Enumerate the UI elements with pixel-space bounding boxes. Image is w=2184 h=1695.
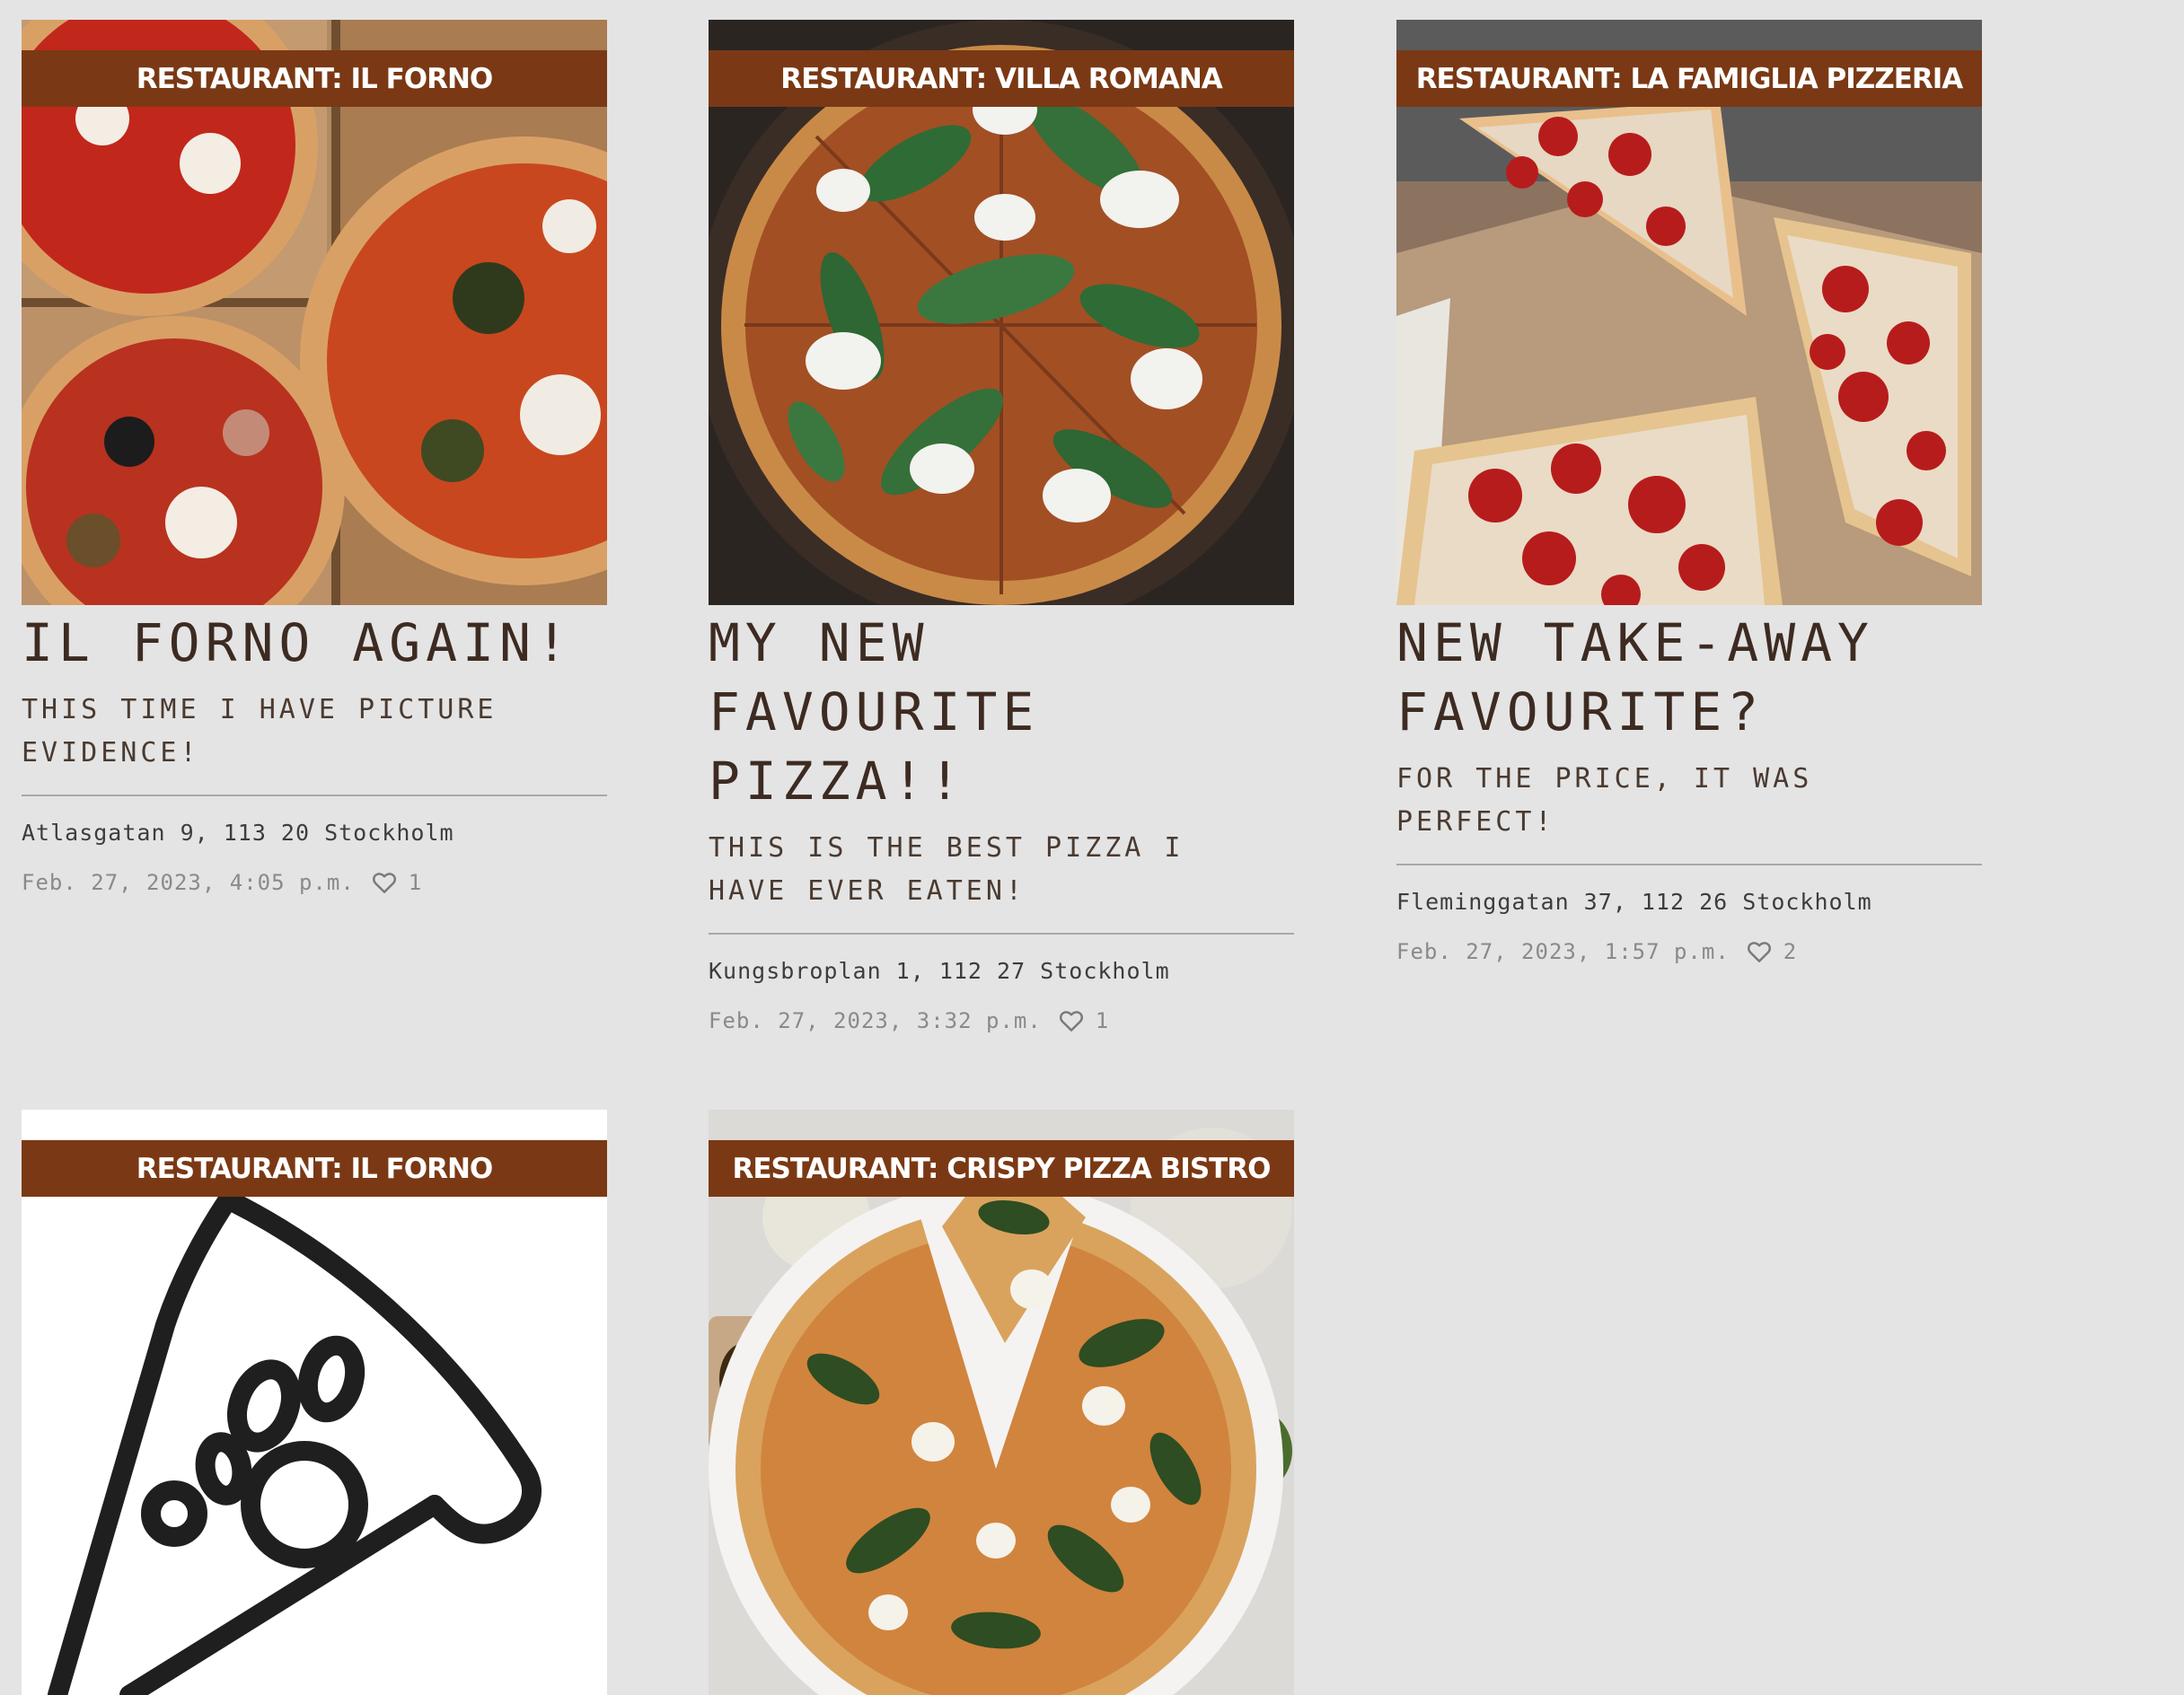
- post-meta: Feb. 27, 2023, 1:57 p.m. 2: [1396, 938, 1982, 965]
- post-card: RESTAURANT: LA FAMIGLIA PIZZERIA NEW TAK…: [1396, 20, 1982, 965]
- post-image-link[interactable]: RESTAURANT: IL FORNO: [22, 1110, 607, 1695]
- post-subtitle: THIS TIME I HAVE PICTURE EVIDENCE!: [22, 694, 498, 768]
- post-image-link[interactable]: RESTAURANT: IL FORNO: [22, 20, 607, 605]
- post-meta: Feb. 27, 2023, 4:05 p.m. 1: [22, 869, 607, 896]
- post-subtitle: FOR THE PRICE, IT WAS PERFECT!: [1396, 763, 1813, 838]
- post-address: Fleminggatan 37, 112 26 Stockholm: [1396, 889, 1872, 915]
- divider: [1396, 864, 1982, 865]
- like-button[interactable]: [1058, 1007, 1085, 1034]
- post-date: Feb. 27, 2023, 1:57 p.m.: [1396, 939, 1730, 964]
- post-address: Kungsbroplan 1, 112 27 Stockholm: [709, 958, 1170, 984]
- arugula-pizza-photo: [709, 20, 1294, 605]
- post-image-link[interactable]: RESTAURANT: LA FAMIGLIA PIZZERIA: [1396, 20, 1982, 605]
- restaurant-banner: RESTAURANT: IL FORNO: [22, 50, 607, 107]
- post-image-link[interactable]: RESTAURANT: CRISPY PIZZA BISTRO: [709, 1110, 1294, 1695]
- post-meta: Feb. 27, 2023, 3:32 p.m. 1: [709, 1007, 1294, 1034]
- heart-icon: [1059, 1011, 1083, 1032]
- pizza-boxes-photo: [22, 20, 607, 605]
- post-date: Feb. 27, 2023, 3:32 p.m.: [709, 1008, 1042, 1033]
- post-title[interactable]: NEW TAKE-AWAY FAVOURITE?: [1396, 609, 1982, 747]
- post-title[interactable]: MY NEW FAVOURITE PIZZA!!: [709, 609, 1294, 816]
- like-count: 1: [1095, 1008, 1110, 1033]
- pizza-slice-icon: [22, 1110, 607, 1695]
- post-card: RESTAURANT: IL FORNO IL FORNO AGAIN! THI…: [22, 20, 607, 896]
- post-date: Feb. 27, 2023, 4:05 p.m.: [22, 870, 355, 895]
- heart-icon: [372, 873, 396, 893]
- like-count: 1: [408, 870, 423, 895]
- restaurant-banner: RESTAURANT: CRISPY PIZZA BISTRO: [709, 1140, 1294, 1197]
- divider: [22, 795, 607, 796]
- restaurant-banner: RESTAURANT: IL FORNO: [22, 1140, 607, 1197]
- post-address: Atlasgatan 9, 113 20 Stockholm: [22, 820, 454, 846]
- post-card: RESTAURANT: IL FORNO: [22, 1110, 607, 1695]
- spinach-pizza-photo: [709, 1110, 1294, 1695]
- divider: [709, 933, 1294, 935]
- post-card: RESTAURANT: CRISPY PIZZA BISTRO: [709, 1110, 1294, 1695]
- post-subtitle: THIS IS THE BEST PIZZA I HAVE EVER EATEN…: [709, 832, 1184, 907]
- post-image-link[interactable]: RESTAURANT: VILLA ROMANA: [709, 20, 1294, 605]
- pepperoni-pizza-photo: [1396, 20, 1982, 605]
- like-button[interactable]: [371, 869, 398, 896]
- restaurant-banner: RESTAURANT: VILLA ROMANA: [709, 50, 1294, 107]
- post-grid: RESTAURANT: IL FORNO IL FORNO AGAIN! THI…: [0, 0, 2184, 1695]
- post-card: RESTAURANT: VILLA ROMANA MY NEW FAVOURIT…: [709, 20, 1294, 1034]
- like-count: 2: [1783, 939, 1798, 964]
- post-title[interactable]: IL FORNO AGAIN!: [22, 609, 607, 678]
- like-button[interactable]: [1746, 938, 1773, 965]
- heart-icon: [1747, 942, 1771, 962]
- restaurant-banner: RESTAURANT: LA FAMIGLIA PIZZERIA: [1396, 50, 1982, 107]
